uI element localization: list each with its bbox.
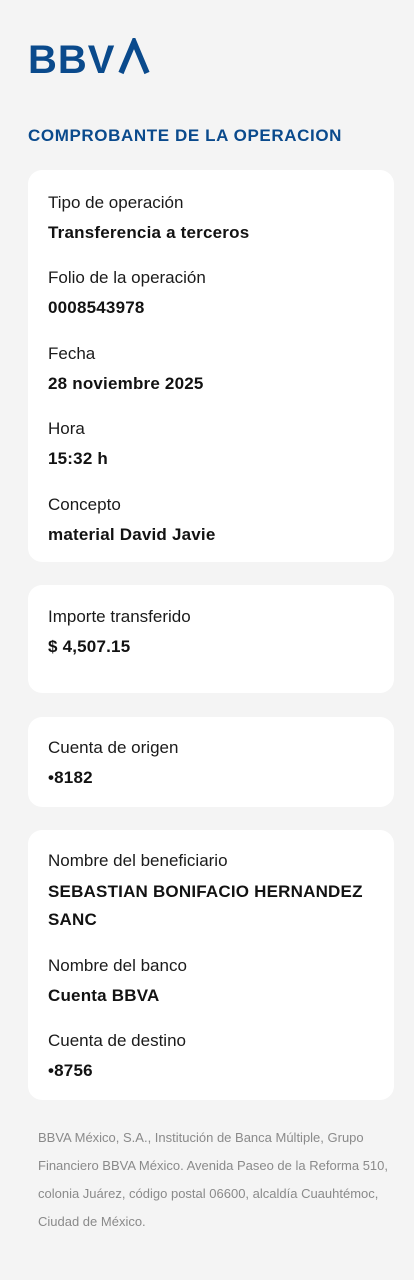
concept-value: material David Javie — [48, 525, 216, 544]
svg-text:BBV: BBV — [28, 38, 115, 78]
date-value: 28 noviembre 2025 — [48, 374, 204, 393]
operation-details-card: Tipo de operación Transferencia a tercer… — [28, 170, 394, 562]
folio-label: Folio de la operación — [48, 268, 206, 287]
bank-name-field: Nombre del banco Cuenta BBVA — [48, 955, 380, 1009]
operation-type-label: Tipo de operación — [48, 193, 184, 212]
origin-account-field: Cuenta de origen •8182 — [48, 737, 380, 791]
destination-account-value: •8756 — [48, 1061, 93, 1080]
time-value: 15:32 h — [48, 449, 108, 468]
folio-field: Folio de la operación 0008543978 — [48, 267, 380, 321]
page-title: COMPROBANTE DE LA OPERACION — [28, 126, 343, 145]
time-label: Hora — [48, 419, 85, 438]
operation-type-field: Tipo de operación Transferencia a tercer… — [48, 192, 380, 246]
concept-field: Concepto material David Javie — [48, 494, 380, 548]
legal-footer: BBVA México, S.A., Institución de Banca … — [38, 1130, 388, 1229]
concept-label: Concepto — [48, 495, 121, 514]
date-field: Fecha 28 noviembre 2025 — [48, 343, 380, 397]
folio-value: 0008543978 — [48, 298, 145, 317]
bank-name-value: Cuenta BBVA — [48, 986, 160, 1005]
amount-field: Importe transferido $ 4,507.15 — [48, 606, 380, 660]
beneficiary-name-label: Nombre del beneficiario — [48, 851, 228, 870]
origin-account-card: Cuenta de origen •8182 — [28, 717, 394, 807]
bbva-logo: BBV — [28, 38, 156, 78]
destination-account-label: Cuenta de destino — [48, 1031, 186, 1050]
origin-account-label: Cuenta de origen — [48, 738, 179, 757]
amount-card: Importe transferido $ 4,507.15 — [28, 585, 394, 693]
time-field: Hora 15:32 h — [48, 418, 380, 472]
destination-account-field: Cuenta de destino •8756 — [48, 1030, 380, 1084]
bank-name-label: Nombre del banco — [48, 956, 187, 975]
operation-type-value: Transferencia a terceros — [48, 223, 250, 242]
origin-account-value: •8182 — [48, 768, 93, 787]
amount-label: Importe transferido — [48, 607, 191, 626]
beneficiary-card: Nombre del beneficiario SEBASTIAN BONIFA… — [28, 830, 394, 1100]
beneficiary-name-field: Nombre del beneficiario SEBASTIAN BONIFA… — [48, 850, 380, 934]
beneficiary-name-value: SEBASTIAN BONIFACIO HERNANDEZ SANC — [48, 882, 363, 929]
date-label: Fecha — [48, 344, 96, 363]
receipt-page: BBV COMPROBANTE DE LA OPERACION Tipo de … — [0, 0, 414, 1280]
amount-value: $ 4,507.15 — [48, 637, 131, 656]
